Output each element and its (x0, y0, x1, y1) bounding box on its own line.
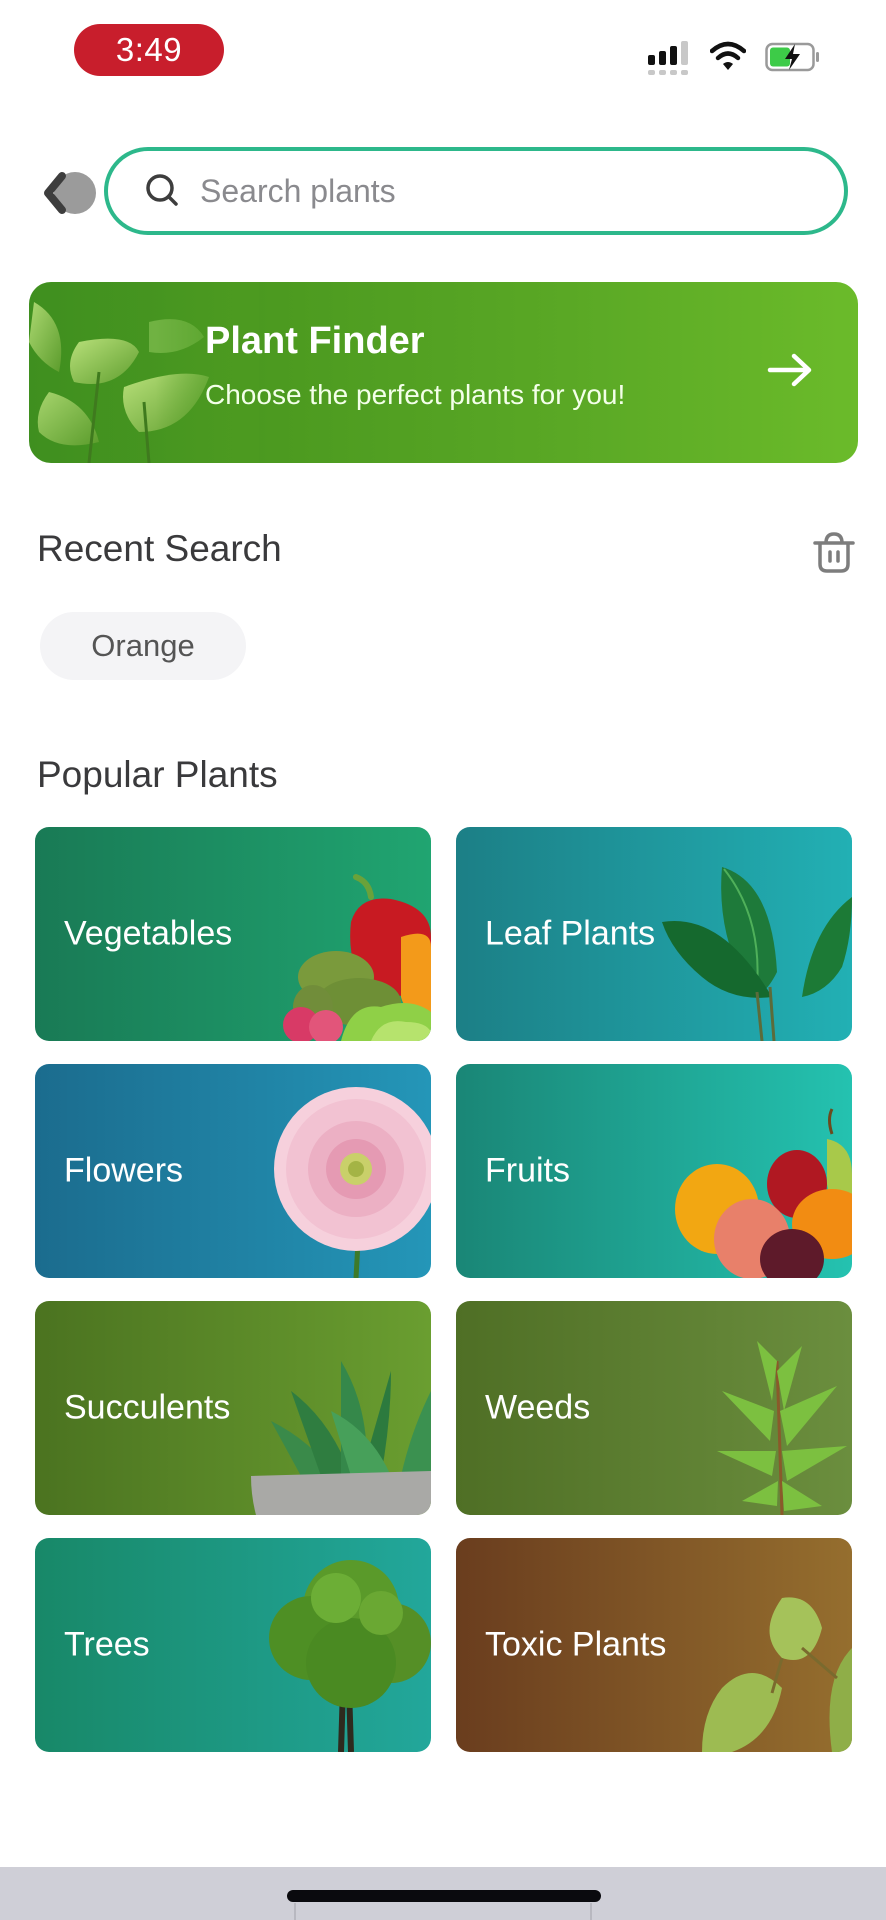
recent-search-title: Recent Search (37, 528, 282, 569)
flower-image (274, 1087, 431, 1278)
toxic-leaves-image (702, 1597, 852, 1752)
search-input[interactable] (200, 172, 800, 210)
category-label: Toxic Plants (485, 1625, 667, 1664)
divider (294, 1903, 296, 1920)
back-button[interactable] (42, 170, 98, 216)
banner-subtitle: Choose the perfect plants for you! (205, 379, 626, 410)
tree-image (269, 1560, 431, 1752)
vegetables-image (283, 874, 431, 1041)
category-label: Vegetables (64, 914, 233, 953)
category-grid: Vegetables Leaf Plants Flowers Fruits Su… (35, 827, 852, 1752)
status-bar: 3:49 (0, 0, 886, 100)
search-icon (146, 174, 178, 206)
arrow-right-icon (767, 353, 812, 387)
leaf-plant-image (662, 867, 852, 1041)
category-tile-flowers[interactable]: Flowers (35, 1064, 431, 1278)
category-tile-leaf-plants[interactable]: Leaf Plants (456, 827, 852, 1041)
battery-charging-icon (765, 42, 819, 72)
wifi-icon (710, 41, 746, 70)
fruits-image (675, 1108, 852, 1278)
plant-finder-banner[interactable]: Plant Finder Choose the perfect plants f… (29, 282, 858, 463)
search-bar[interactable] (104, 147, 848, 235)
divider (590, 1903, 592, 1920)
category-tile-toxic-plants[interactable]: Toxic Plants (456, 1538, 852, 1752)
category-tile-succulents[interactable]: Succulents (35, 1301, 431, 1515)
category-label: Leaf Plants (485, 914, 656, 953)
category-tile-fruits[interactable]: Fruits (456, 1064, 852, 1278)
category-label: Succulents (64, 1388, 231, 1427)
popular-plants-title: Popular Plants (37, 754, 278, 795)
category-tile-trees[interactable]: Trees (35, 1538, 431, 1752)
category-tile-weeds[interactable]: Weeds (456, 1301, 852, 1515)
trash-icon[interactable] (812, 530, 856, 574)
category-tile-vegetables[interactable]: Vegetables (35, 827, 431, 1041)
category-label: Flowers (64, 1151, 184, 1190)
category-label: Fruits (485, 1151, 570, 1190)
status-time: 3:49 (74, 24, 224, 76)
succulent-image (251, 1361, 431, 1515)
cellular-signal-icon (648, 41, 692, 75)
recent-search-chip[interactable]: Orange (40, 612, 246, 680)
category-label: Weeds (485, 1388, 591, 1427)
weed-image (717, 1341, 847, 1515)
banner-title: Plant Finder (205, 320, 425, 362)
pothos-leaves-image (29, 282, 259, 463)
home-indicator[interactable] (287, 1890, 601, 1902)
category-label: Trees (64, 1625, 150, 1664)
